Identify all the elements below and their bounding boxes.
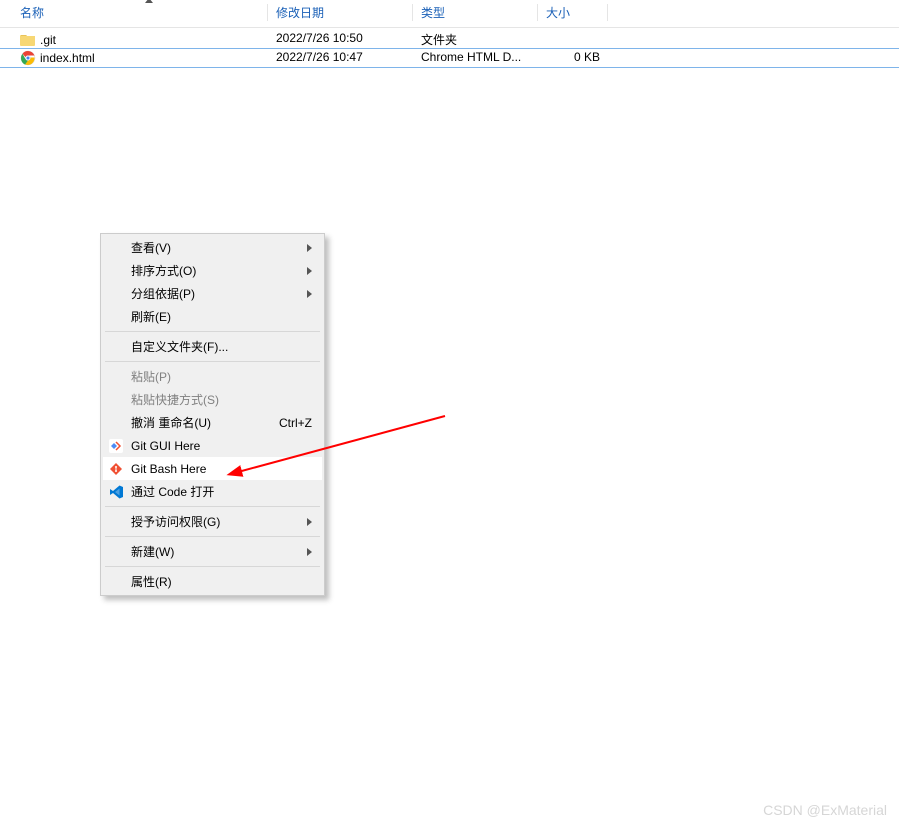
menu-separator [105, 361, 320, 362]
file-list-header: 名称 修改日期 类型 大小 [0, 0, 899, 28]
file-size: 0 KB [538, 50, 608, 66]
file-date: 2022/7/26 10:47 [268, 50, 413, 66]
file-type: 文件夹 [413, 31, 538, 48]
menu-open-with-code[interactable]: 通过 Code 打开 [103, 480, 322, 503]
sort-ascending-icon [145, 0, 153, 3]
menu-refresh[interactable]: 刷新(E) [103, 305, 322, 328]
menu-git-gui[interactable]: Git GUI Here [103, 434, 322, 457]
column-header-size[interactable]: 大小 [538, 4, 608, 21]
file-row-index[interactable]: index.html 2022/7/26 10:47 Chrome HTML D… [0, 49, 899, 67]
watermark: CSDN @ExMaterial [763, 802, 887, 818]
chevron-right-icon [307, 518, 312, 526]
menu-view[interactable]: 查看(V) [103, 236, 322, 259]
shortcut-label: Ctrl+Z [279, 416, 316, 430]
file-size [538, 31, 608, 48]
menu-properties[interactable]: 属性(R) [103, 570, 322, 593]
menu-paste-shortcut: 粘贴快捷方式(S) [103, 388, 322, 411]
menu-sort[interactable]: 排序方式(O) [103, 259, 322, 282]
column-header-name[interactable]: 名称 [0, 4, 268, 21]
chrome-icon [20, 50, 36, 66]
menu-paste: 粘贴(P) [103, 365, 322, 388]
menu-separator [105, 536, 320, 537]
git-gui-icon [107, 437, 125, 455]
folder-icon [20, 32, 36, 48]
menu-new[interactable]: 新建(W) [103, 540, 322, 563]
chevron-right-icon [307, 244, 312, 252]
file-list: .git 2022/7/26 10:50 文件夹 index.html 2022… [0, 28, 899, 67]
git-bash-icon [107, 460, 125, 478]
file-name: .git [40, 33, 56, 47]
file-type: Chrome HTML D... [413, 50, 538, 66]
chevron-right-icon [307, 548, 312, 556]
column-header-type[interactable]: 类型 [413, 4, 538, 21]
chevron-right-icon [307, 290, 312, 298]
file-date: 2022/7/26 10:50 [268, 31, 413, 48]
menu-group[interactable]: 分组依据(P) [103, 282, 322, 305]
menu-customize-folder[interactable]: 自定义文件夹(F)... [103, 335, 322, 358]
column-header-date[interactable]: 修改日期 [268, 4, 413, 21]
vscode-icon [107, 483, 125, 501]
file-name: index.html [40, 51, 95, 65]
menu-separator [105, 566, 320, 567]
menu-separator [105, 506, 320, 507]
chevron-right-icon [307, 267, 312, 275]
file-row-git[interactable]: .git 2022/7/26 10:50 文件夹 [0, 30, 899, 49]
menu-grant-access[interactable]: 授予访问权限(G) [103, 510, 322, 533]
menu-separator [105, 331, 320, 332]
context-menu: 查看(V) 排序方式(O) 分组依据(P) 刷新(E) 自定义文件夹(F)...… [100, 233, 325, 596]
menu-git-bash[interactable]: Git Bash Here [103, 457, 322, 480]
menu-undo-rename[interactable]: 撤消 重命名(U)Ctrl+Z [103, 411, 322, 434]
